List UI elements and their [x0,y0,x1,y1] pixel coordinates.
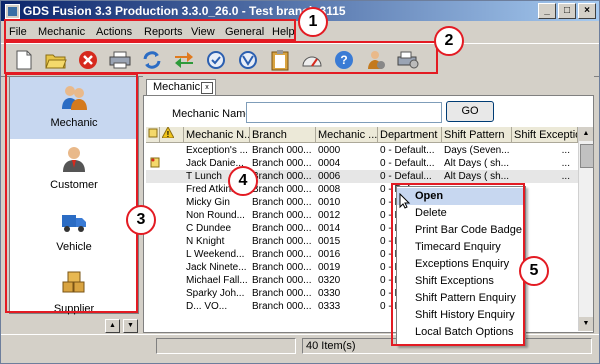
table-cell: Branch 000... [252,262,312,273]
annotation-box-toolbar [4,41,438,74]
table-cell: Branch 000... [252,210,312,221]
svg-text:!: ! [167,130,170,138]
tab-mechanic[interactable]: Mechanic x [146,79,216,96]
table-cell: Branch 000... [252,184,312,195]
table-cell: ... [561,171,570,182]
table-cell: Branch 000... [252,223,312,234]
column-header[interactable]: Mechanic N... [184,127,250,143]
table-cell: Branch 000... [252,249,312,260]
table-cell: 0012 [318,210,341,221]
sidebar-scroll-up-button[interactable]: ▲ [105,319,120,333]
table-cell: Days (Seven... [444,145,510,156]
table-row[interactable]: Jack Danie... Branch 000... 0004 0 - Defaul… [146,157,578,170]
table-cell: Sparky Joh... [186,288,245,299]
minimize-button[interactable]: _ [538,3,556,19]
table-cell: D... VO... [186,301,228,312]
status-progress [156,338,296,354]
warning-icon: ! [161,127,175,139]
table-cell: 0330 [318,288,341,299]
app-icon [5,4,20,19]
table-cell: Branch 000... [252,158,312,169]
maximize-button[interactable]: □ [558,3,576,19]
close-button[interactable]: × [578,3,596,19]
mechanic-name-label: Mechanic Name [172,108,252,120]
mechanic-name-input[interactable] [246,102,442,123]
table-cell: 0008 [318,184,341,195]
table-cell: Jack Ninete... [186,262,247,273]
table-cell: ... [561,145,570,156]
table-cell: Alt Days ( sh... [444,171,510,182]
table-cell: 0333 [318,301,341,312]
scroll-up-button[interactable]: ▲ [579,127,593,141]
go-button[interactable]: GO [446,101,494,122]
tab-label: Mechanic [153,81,201,93]
table-cell: Branch 000... [252,275,312,286]
column-header[interactable]: Shift Pattern [442,127,512,143]
callout-2: 2 [434,26,464,56]
table-cell: ... [561,158,570,169]
table-cell: Branch 000... [252,236,312,247]
tab-content: Mechanic Name GO ! Mechanic N... Branch … [143,95,594,333]
column-header[interactable]: Mechanic ... [316,127,378,143]
table-cell: 0014 [318,223,341,234]
table-row[interactable]: T Lunch Branch 000... 0006 0 - Defaul... Alt… [146,170,578,183]
table-cell: Exception's ... [186,145,248,156]
table-cell: 0320 [318,275,341,286]
table-cell: N Knight [186,236,225,247]
table-cell: 0004 [318,158,341,169]
table-cell: 0010 [318,197,341,208]
warning-column-header[interactable]: ! [160,127,184,143]
table-cell: Micky Gin [186,197,230,208]
callout-4: 4 [228,166,258,196]
callout-3: 3 [126,205,156,235]
table-cell: 0006 [318,171,341,182]
table-cell: Alt Days ( sh... [444,158,510,169]
sidebar-scroll-down-button[interactable]: ▼ [123,319,138,333]
table-cell: Branch 000... [252,145,312,156]
annotation-box-sidebar [5,73,138,313]
table-cell: 0015 [318,236,341,247]
table-cell: Branch 000... [252,288,312,299]
table-cell: 0 - Default... [380,145,435,156]
scroll-thumb[interactable] [580,144,594,168]
grid-scrollbar[interactable]: ▲ ▼ [578,127,594,331]
table-cell: 0000 [318,145,341,156]
annotation-box-menu [4,19,296,41]
table-cell: Michael Fall... [186,275,248,286]
table-cell: C Dundee [186,223,232,234]
table-cell: L Weekend... [186,249,245,260]
note-icon [148,128,158,138]
scroll-down-button[interactable]: ▼ [579,317,593,331]
table-cell: Branch 000... [252,301,312,312]
column-header[interactable]: Branch [250,127,316,143]
tab-close-icon[interactable]: x [201,82,213,94]
annotation-box-context-menu [391,183,525,346]
note-column-header[interactable] [146,127,160,143]
table-cell: 0 - Defaul... [380,171,432,182]
table-cell: Branch 000... [252,197,312,208]
window-title: GDS Fusion 3.3 Production 3.3.0_26.0 - T… [23,4,346,18]
table-cell: Non Round... [186,210,245,221]
table-cell: 0016 [318,249,341,260]
column-header[interactable]: Department [378,127,442,143]
column-header[interactable]: Shift Exception [512,127,578,143]
table-cell: Branch 000... [252,171,312,182]
table-cell: 0 - Default... [380,158,435,169]
main-panel: Mechanic x Mechanic Name GO ! Mechanic N… [143,76,594,333]
table-row[interactable]: Exception's ... Branch 000... 0000 0 - Defa… [146,144,578,157]
table-cell: 0019 [318,262,341,273]
callout-5: 5 [519,256,549,286]
callout-1: 1 [298,7,328,37]
